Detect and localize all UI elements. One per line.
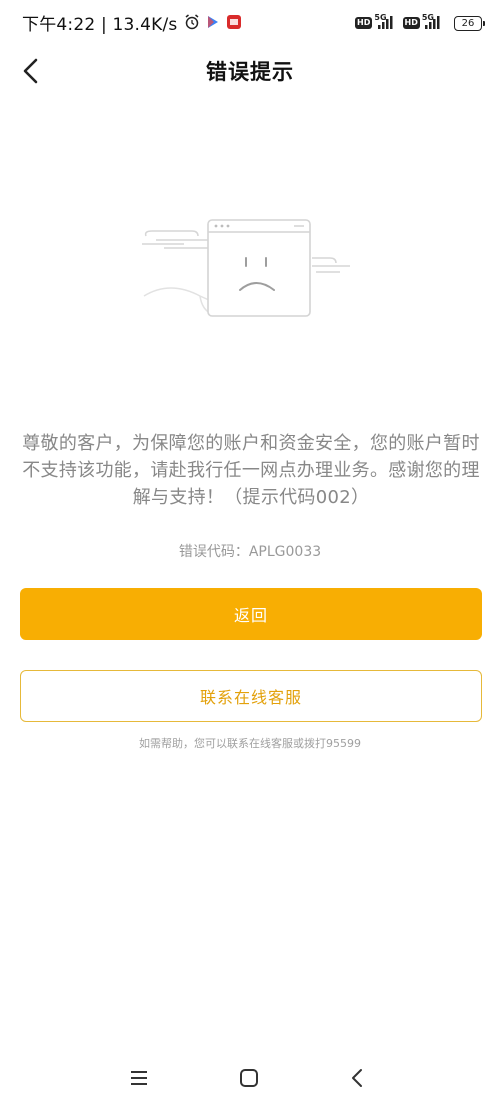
- error-code: 错误代码：APLG0033: [178, 544, 322, 560]
- menu-button[interactable]: [124, 1063, 154, 1093]
- hd-badge-2: HD: [402, 17, 420, 29]
- page-title: 错误提示: [206, 60, 294, 84]
- alarm-icon: [184, 14, 200, 30]
- sad-browser-icon: [142, 219, 350, 317]
- battery-icon: 26: [454, 15, 485, 31]
- home-button[interactable]: [234, 1063, 264, 1093]
- app-notification-icon: [226, 14, 242, 30]
- error-illustration: [140, 214, 360, 324]
- contact-support-button[interactable]: 联系在线客服: [20, 670, 482, 722]
- menu-icon: [131, 1071, 147, 1085]
- play-store-icon: [206, 15, 220, 29]
- system-nav-bar: [0, 1051, 500, 1111]
- hd-badge-1: HD: [355, 17, 373, 29]
- network-type-2: 5G: [421, 12, 434, 22]
- status-time: 下午4:22 | 13.4K/s: [22, 14, 178, 35]
- back-arrow-icon: [352, 1069, 362, 1087]
- system-back-button[interactable]: [342, 1063, 372, 1093]
- home-square-icon: [240, 1069, 258, 1087]
- help-text: 如需帮助，您可以联系在线客服或拨打95599: [139, 737, 361, 750]
- nav-bar: 错误提示: [0, 44, 500, 96]
- error-message: 尊敬的客户，为保障您的账户和资金安全，您的账户暂时不支持该功能，请赴我行任一网点…: [22, 433, 480, 508]
- network-type-1: 5G: [374, 12, 387, 22]
- status-bar: 下午4:22 | 13.4K/s HD 5G HD 5G 26: [0, 0, 500, 44]
- return-button[interactable]: 返回: [20, 588, 482, 640]
